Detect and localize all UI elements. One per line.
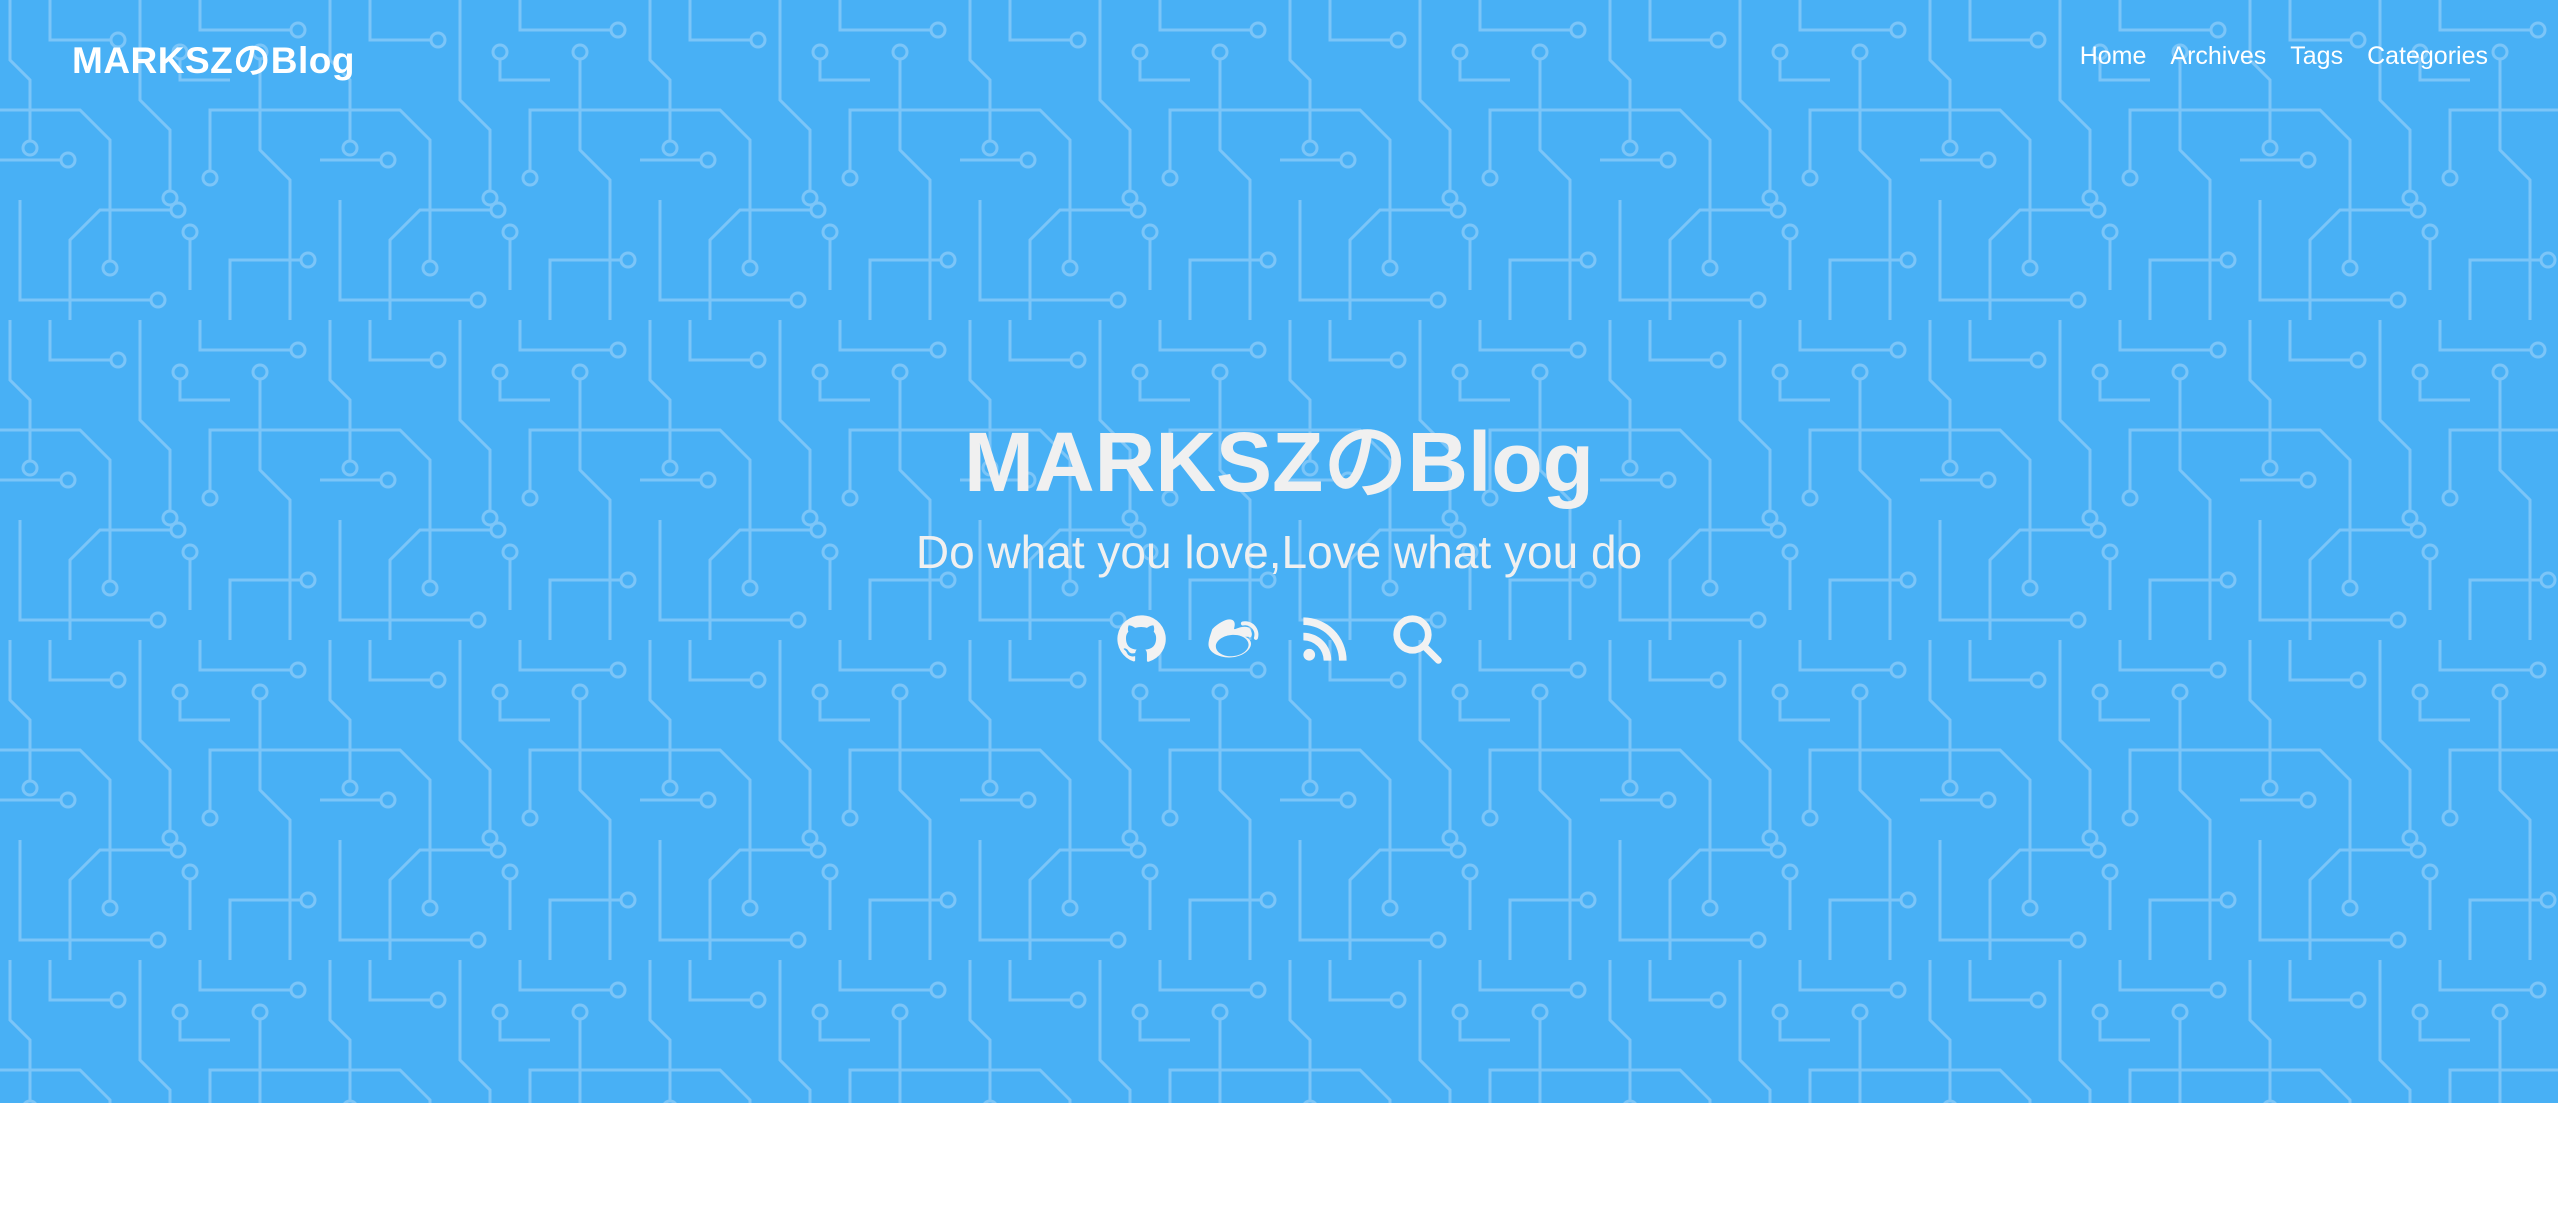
hero-title: MARKSZのBlog — [964, 415, 1594, 509]
content-area — [0, 1103, 2558, 1222]
nav-home[interactable]: Home — [2080, 42, 2147, 71]
site-brand-link[interactable]: MARKSZのBlog — [72, 30, 355, 84]
nav-categories[interactable]: Categories — [2367, 42, 2488, 71]
main-nav: Home Archives Tags Categories — [2056, 42, 2488, 71]
hero-banner: MARKSZのBlog Home Archives Tags Categorie… — [0, 0, 2558, 1103]
github-icon[interactable] — [1114, 612, 1168, 666]
hero-content: MARKSZのBlog Do what you love,Love what y… — [0, 412, 2558, 666]
social-icons — [0, 612, 2558, 666]
nav-archives[interactable]: Archives — [2170, 42, 2266, 71]
rss-icon[interactable] — [1298, 612, 1352, 666]
search-icon[interactable] — [1390, 612, 1444, 666]
weibo-icon[interactable] — [1206, 612, 1260, 666]
hero-subtitle: Do what you love,Love what you do — [915, 526, 1643, 578]
nav-tags[interactable]: Tags — [2290, 42, 2343, 71]
